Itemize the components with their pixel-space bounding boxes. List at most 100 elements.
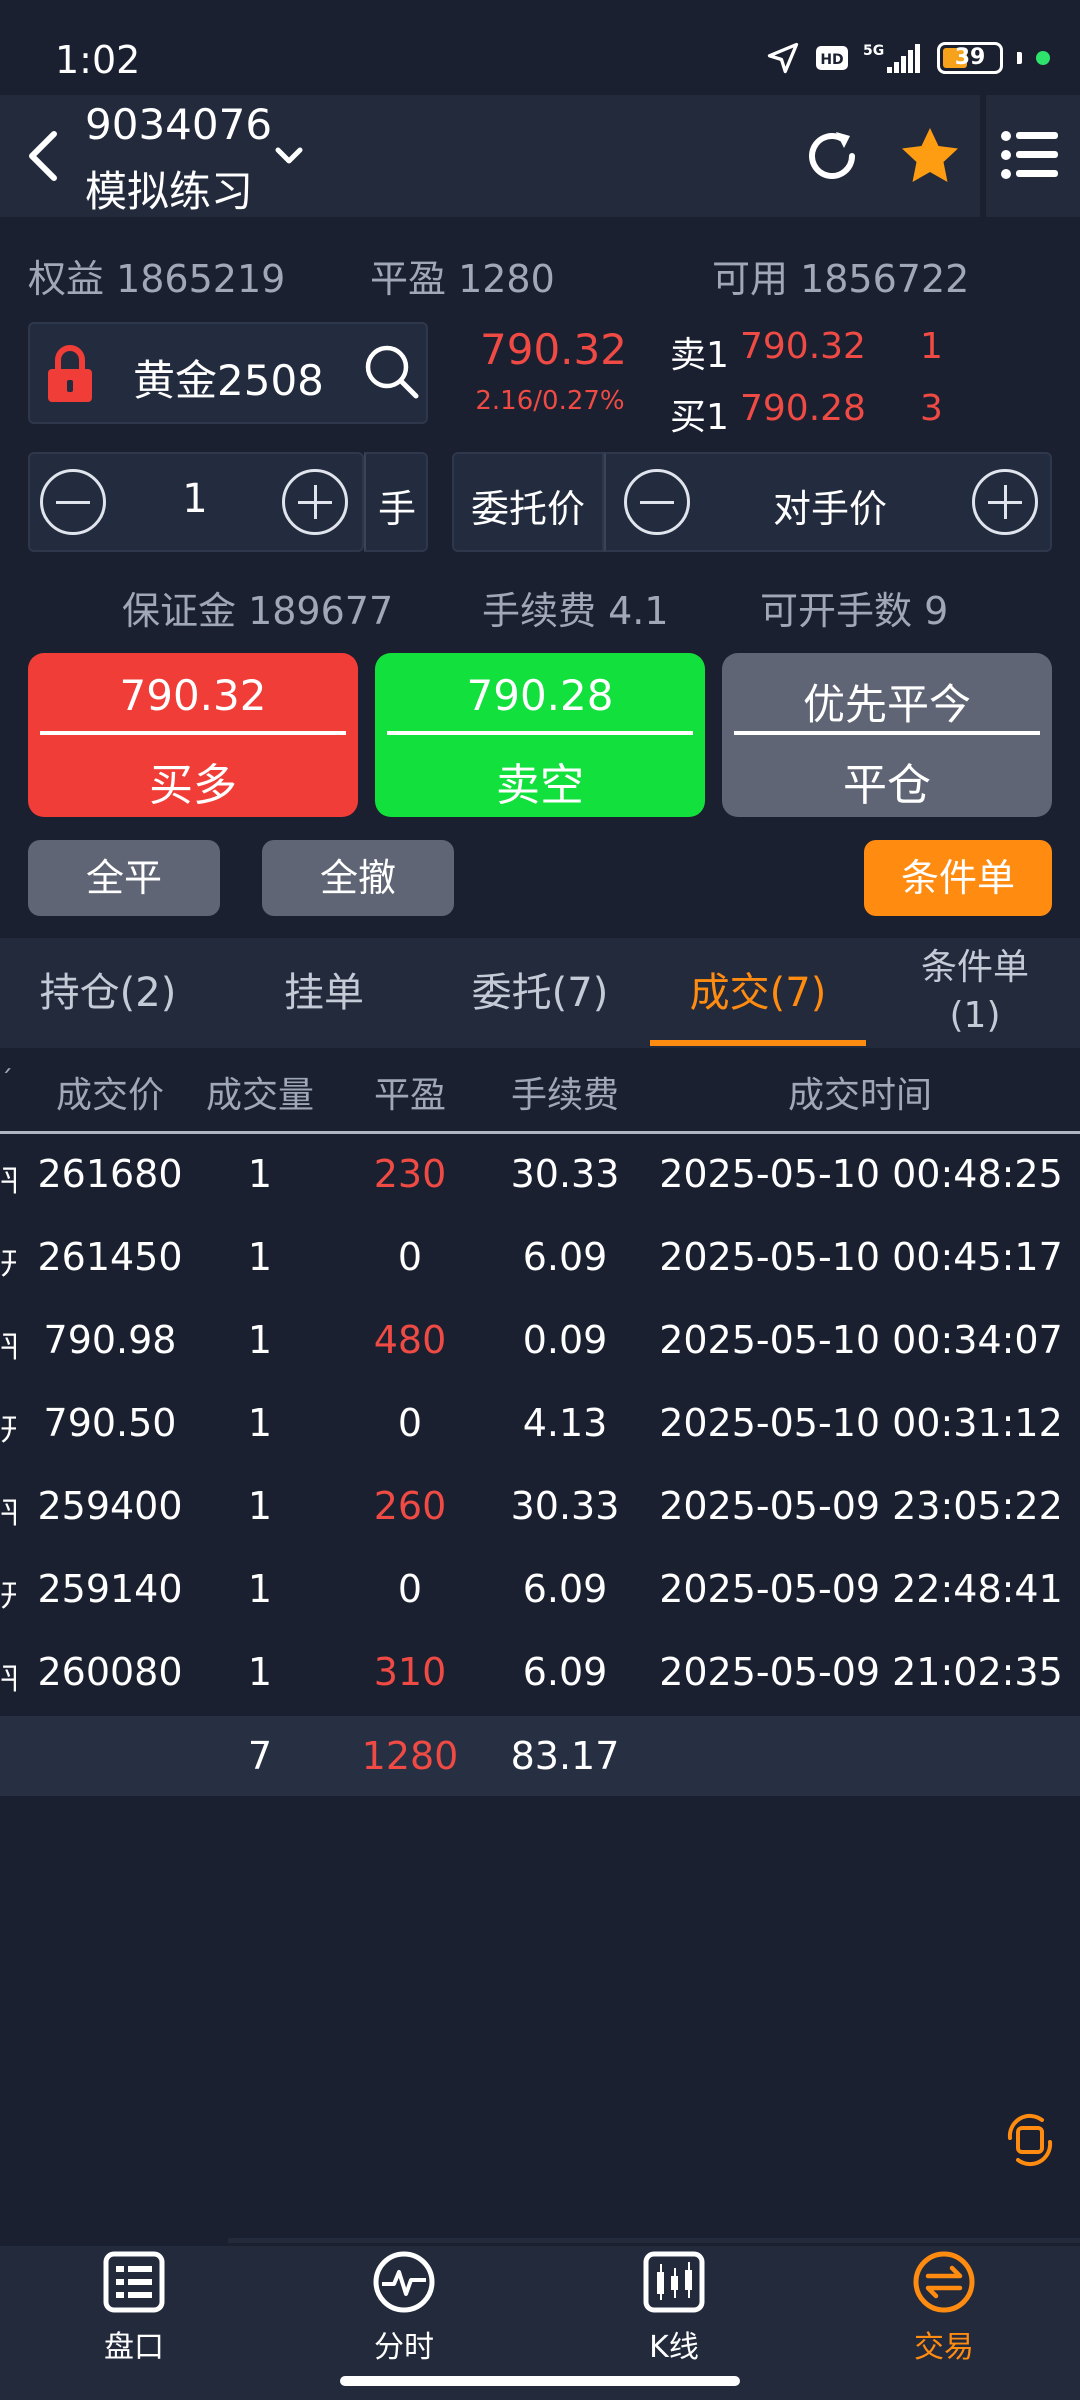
bid-price[interactable]: 790.28 [740, 388, 866, 429]
table-header-fee: 手续费 [510, 1075, 619, 1116]
nav-timeshare[interactable]: 分时 [304, 2250, 504, 2366]
nav-orderbook[interactable]: 盘口 [34, 2250, 234, 2366]
trade-qty: 1 [247, 1152, 273, 1196]
search-icon[interactable] [362, 342, 420, 400]
favorite-star-icon[interactable] [898, 124, 962, 188]
trade-side: 平 [0, 1330, 16, 1365]
trade-price: 261450 [37, 1235, 183, 1279]
trade-price: 790.50 [43, 1401, 177, 1445]
chevron-down-icon[interactable] [272, 142, 306, 170]
buy-long-button[interactable]: 790.32 买多 [28, 653, 358, 817]
trade-price: 261680 [37, 1152, 183, 1196]
trade-time: 2025-05-10 00:45:17 [659, 1235, 1063, 1279]
trade-fee: 30.33 [510, 1152, 620, 1196]
nav-kline-label: K线 [649, 2330, 699, 2365]
qty-minus-button[interactable] [40, 469, 106, 535]
trade-qty: 1 [247, 1484, 273, 1528]
trade-pl: 310 [373, 1650, 447, 1694]
timeshare-icon [373, 2251, 435, 2313]
bid-label: 买1 [670, 397, 729, 438]
ask-label: 卖1 [670, 335, 729, 376]
trade-fee: 6.09 [522, 1567, 608, 1611]
back-arrow-icon[interactable] [22, 126, 62, 186]
trade-time: 2025-05-09 23:05:22 [659, 1484, 1063, 1528]
cancel-all-button[interactable]: 全撤 [262, 840, 454, 916]
tab-orders[interactable]: 委托(7) [432, 938, 648, 1048]
location-icon [767, 42, 799, 74]
trade-side: 开 [0, 1413, 16, 1448]
bid-qty: 3 [920, 388, 943, 429]
nav-trade[interactable]: 交易 [844, 2250, 1044, 2366]
available-summary: 可用 1856722 [712, 257, 970, 301]
privacy-indicator-dot [1036, 51, 1050, 65]
trade-time: 2025-05-10 00:34:07 [659, 1318, 1063, 1362]
price-minus-button[interactable] [624, 469, 690, 535]
price-plus-button[interactable] [972, 469, 1038, 535]
trade-side: 平 [0, 1164, 16, 1199]
home-indicator[interactable] [340, 2376, 740, 2386]
close-all-button[interactable]: 全平 [28, 840, 220, 916]
trade-qty: 1 [247, 1650, 273, 1694]
nav-kline[interactable]: K线 [574, 2250, 774, 2366]
tab-trades[interactable]: 成交(7) [650, 938, 866, 1048]
account-id[interactable]: 9034076 [85, 100, 272, 149]
orderbook-icon [103, 2251, 165, 2313]
scroll-indicator [228, 2238, 1080, 2243]
trade-qty: 1 [247, 1235, 273, 1279]
trade-time: 2025-05-10 00:31:12 [659, 1401, 1063, 1445]
instrument-name[interactable]: 黄金2508 [133, 347, 324, 408]
qty-plus-button[interactable] [282, 469, 348, 535]
tab-conditional-count[interactable]: (1) [880, 992, 1070, 1040]
trade-fee: 6.09 [522, 1235, 608, 1279]
ask-qty: 1 [920, 326, 943, 367]
close-position-button[interactable]: 优先平今 平仓 [722, 653, 1052, 817]
price-mode[interactable]: 对手价 [740, 478, 920, 533]
trade-price: 259140 [37, 1567, 183, 1611]
trade-pl: 0 [397, 1401, 423, 1445]
rotate-screen-icon[interactable] [1002, 2112, 1058, 2168]
hd-icon: HD [816, 46, 848, 70]
trade-pl: 480 [373, 1318, 447, 1362]
trade-fee: 0.09 [522, 1318, 608, 1362]
trade-fee: 4.13 [522, 1401, 608, 1445]
trade-qty: 1 [247, 1318, 273, 1362]
table-header-time: 成交时间 [787, 1075, 932, 1116]
total-fee: 83.17 [510, 1734, 620, 1778]
header-separator [980, 95, 986, 217]
nav-orderbook-label: 盘口 [104, 2330, 164, 2365]
account-name[interactable]: 模拟练习 [85, 158, 253, 219]
quantity-value[interactable]: 1 [160, 476, 230, 522]
tab-conditional[interactable]: 条件单 [880, 944, 1070, 992]
buy-label: 买多 [149, 760, 237, 811]
svg-text:HD: HD [820, 52, 843, 68]
battery-cap [1017, 52, 1022, 64]
price-type-label[interactable]: 委托价 [452, 478, 604, 533]
quantity-unit: 手 [377, 487, 416, 531]
trade-side: 平 [0, 1496, 16, 1531]
refresh-icon[interactable] [800, 124, 864, 188]
status-icons: HD 5G 39 [765, 40, 1050, 76]
nav-timeshare-label: 分时 [374, 2330, 434, 2365]
total-pl: 1280 [361, 1734, 459, 1778]
sell-short-button[interactable]: 790.28 卖空 [375, 653, 705, 817]
tab-pending[interactable]: 挂单 [216, 938, 432, 1048]
sell-price: 790.28 [466, 671, 614, 720]
lock-icon[interactable] [44, 342, 96, 404]
trade-pl: 230 [373, 1152, 447, 1196]
trade-qty: 1 [247, 1401, 273, 1445]
trade-side: 开 [0, 1247, 16, 1282]
ask-price[interactable]: 790.32 [740, 326, 866, 367]
margin-value: 保证金 189677 [122, 589, 394, 633]
total-qty: 7 [247, 1734, 273, 1778]
close-label: 平仓 [843, 760, 931, 811]
equity-summary: 权益 1865219 [28, 257, 286, 301]
table-header-divider [0, 1131, 1080, 1134]
trade-fee: 6.09 [522, 1650, 608, 1694]
conditional-order-button[interactable]: 条件单 [864, 840, 1052, 916]
trade-pl: 0 [397, 1235, 423, 1279]
close-priority-label: 优先平今 [802, 680, 971, 729]
menu-list-icon[interactable] [1000, 128, 1060, 182]
tab-positions[interactable]: 持仓(2) [0, 938, 216, 1048]
last-price: 790.32 [480, 325, 627, 374]
trade-side: 平 [0, 1662, 16, 1697]
